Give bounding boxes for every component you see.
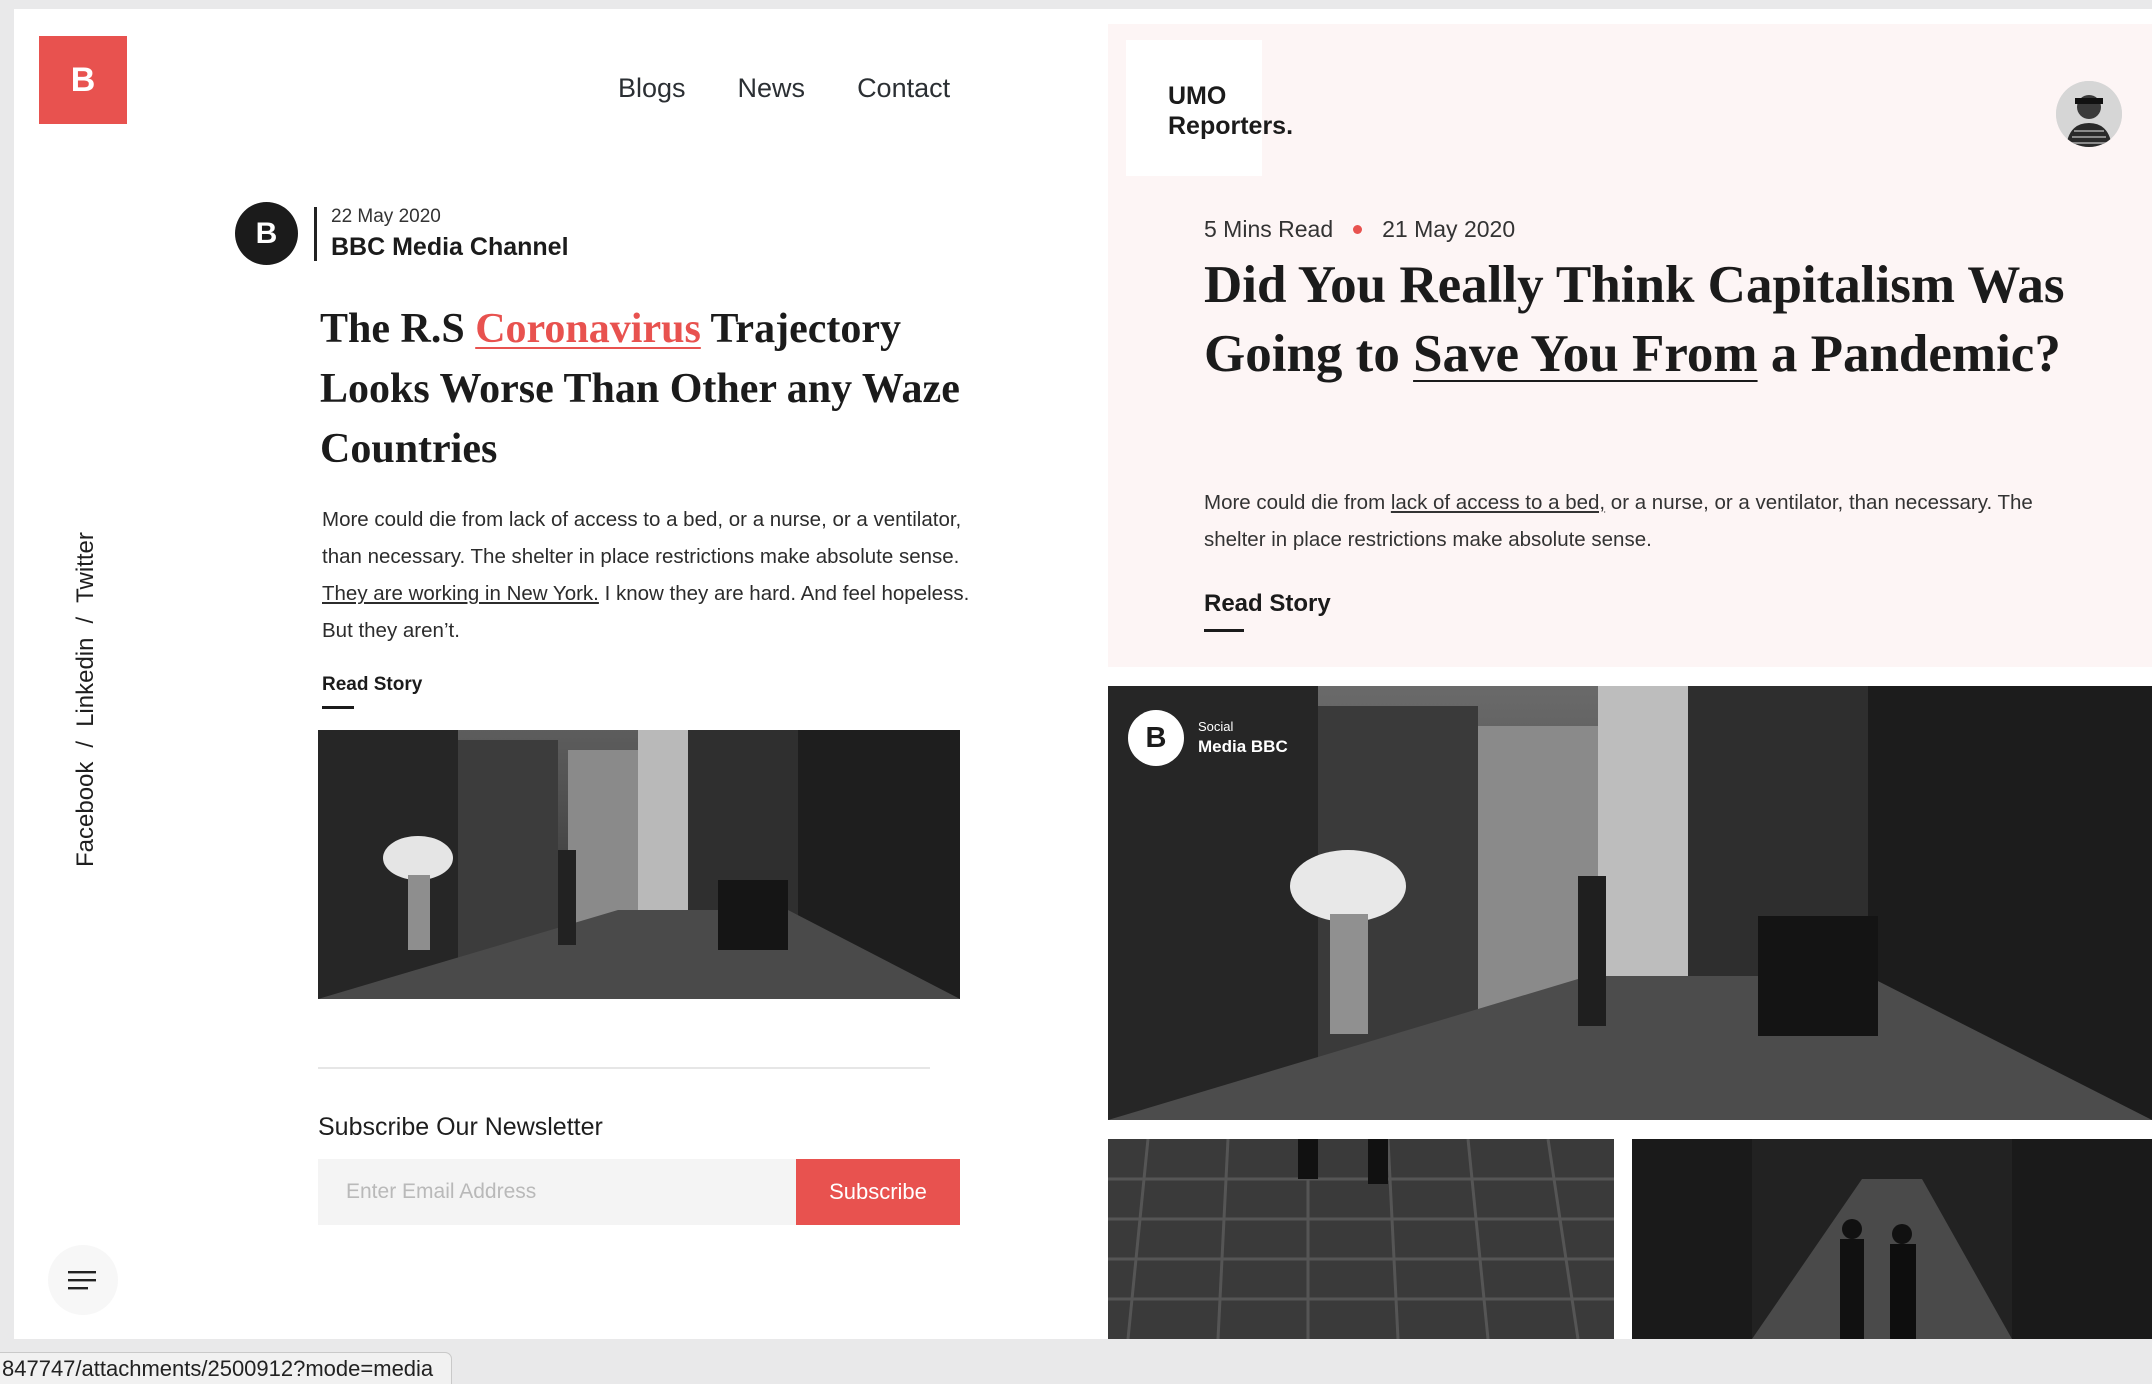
post-title[interactable]: The R.S Coronavirus Trajectory Looks Wor… xyxy=(320,299,970,479)
featured-excerpt: More could die from lack of access to a … xyxy=(1204,491,2033,551)
status-url: 847747/attachments/2500912?mode=media xyxy=(2,1355,434,1381)
author-avatar[interactable]: B xyxy=(235,202,298,265)
site-logo[interactable]: B xyxy=(39,36,127,124)
social-separator: / xyxy=(72,740,99,748)
email-input[interactable] xyxy=(318,1159,796,1225)
brand-name[interactable]: UMO Reporters. xyxy=(1168,81,1293,141)
street-photo[interactable] xyxy=(318,730,960,999)
title-highlight-link[interactable]: Coronavirus xyxy=(475,306,701,352)
post-date: 22 May 2020 xyxy=(331,205,441,227)
user-portrait-icon xyxy=(2056,81,2122,147)
facebook-link[interactable]: Facebook xyxy=(72,762,100,867)
newsletter-form: Subscribe xyxy=(318,1159,960,1225)
featured-story: UMO Reporters. 5 Mins Read 21 May 2020 D… xyxy=(1108,24,2152,667)
source-logo: B xyxy=(1128,710,1184,766)
logo-letter: B xyxy=(70,60,96,99)
user-avatar[interactable] xyxy=(2056,81,2122,147)
twitter-link[interactable]: Twitter xyxy=(72,532,100,603)
source-name: Media BBC xyxy=(1198,737,1288,756)
cobblestone-photo[interactable] xyxy=(1108,1139,1614,1339)
post-excerpt: More could die from lack of access to a … xyxy=(322,508,970,642)
featured-date: 21 May 2020 xyxy=(1382,216,1516,242)
main-nav: Blogs News Contact xyxy=(618,73,950,104)
menu-button[interactable] xyxy=(48,1245,118,1315)
featured-excerpt-link[interactable]: lack of access to a bed, xyxy=(1391,491,1605,514)
browser-status-bar: 847747/attachments/2500912?mode=media xyxy=(0,1352,453,1384)
source-label: Social xyxy=(1198,719,1234,734)
section-divider xyxy=(318,1067,930,1069)
read-time: 5 Mins Read xyxy=(1204,216,1334,242)
photo-source-badge: B Social Media BBC xyxy=(1128,710,1288,766)
social-links: Facebook / Linkedin / Twitter xyxy=(70,497,102,867)
nav-contact-link[interactable]: Contact xyxy=(857,73,950,104)
featured-title[interactable]: Did You Really Think Capitalism Was Goin… xyxy=(1204,251,2104,389)
featured-meta: 5 Mins Read 21 May 2020 xyxy=(1204,216,1515,243)
featured-title-link[interactable]: Save You From xyxy=(1413,325,1758,383)
channel-name[interactable]: BBC Media Channel xyxy=(331,233,569,262)
linkedin-link[interactable]: Linkedin xyxy=(72,638,100,727)
page: B Blogs News Contact Facebook / Linkedin… xyxy=(14,9,2152,1339)
hamburger-icon xyxy=(68,1271,96,1290)
nav-blogs-link[interactable]: Blogs xyxy=(618,73,686,104)
nav-news-link[interactable]: News xyxy=(738,73,806,104)
post-author: B 22 May 2020 BBC Media Channel xyxy=(235,202,569,265)
author-meta: 22 May 2020 BBC Media Channel xyxy=(314,205,569,262)
excerpt-link[interactable]: They are working in New York. xyxy=(322,582,599,605)
subscribe-button[interactable]: Subscribe xyxy=(796,1159,960,1225)
featured-read-story-link[interactable]: Read Story xyxy=(1204,590,1331,632)
dot-separator xyxy=(1353,225,1363,234)
read-story-link[interactable]: Read Story xyxy=(322,674,422,709)
alley-photo[interactable] xyxy=(1632,1139,2152,1339)
newsletter-title: Subscribe Our Newsletter xyxy=(318,1113,603,1141)
social-separator: / xyxy=(72,616,99,624)
